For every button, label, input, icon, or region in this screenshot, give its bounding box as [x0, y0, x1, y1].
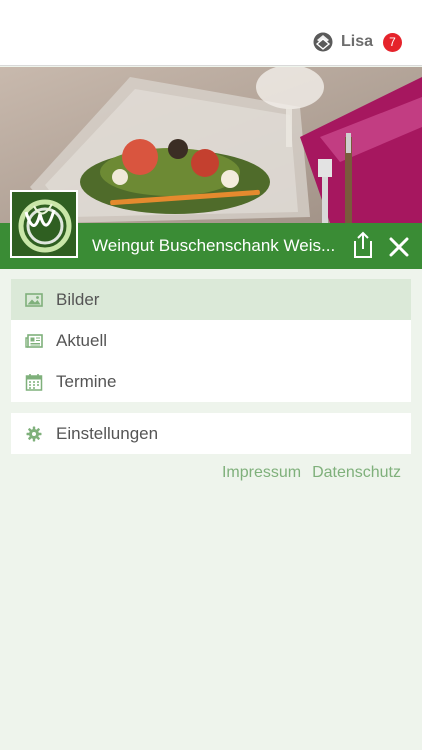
image-icon	[25, 293, 43, 307]
venue-title: Weingut Buschenschank Weis...	[92, 236, 336, 255]
user-name: Lisa	[340, 33, 373, 50]
share-icon[interactable]	[350, 231, 376, 259]
impressum-link[interactable]: Impressum	[222, 464, 301, 482]
app-logo-icon	[313, 32, 333, 52]
newspaper-icon	[25, 334, 43, 348]
datenschutz-link[interactable]: Datenschutz	[312, 464, 401, 482]
notification-badge[interactable]: 7	[383, 32, 402, 52]
close-icon[interactable]	[386, 234, 412, 260]
gear-icon	[26, 426, 42, 442]
footer-links: Impressum Datenschutz	[222, 464, 401, 482]
menu-label: Termine	[56, 372, 117, 391]
top-bar: Lisa 7	[0, 0, 422, 66]
menu-item-aktuell[interactable]: Aktuell	[11, 320, 411, 361]
venue-logo	[10, 190, 78, 258]
settings-menu: Einstellungen	[11, 413, 411, 454]
main-menu: Bilder Aktuell Termine	[11, 279, 411, 402]
user-chip[interactable]: Lisa 7	[313, 32, 402, 52]
menu-label: Einstellungen	[56, 424, 159, 443]
menu-label: Aktuell	[56, 331, 108, 350]
menu-item-termine[interactable]: Termine	[11, 361, 411, 402]
calendar-icon	[25, 374, 43, 391]
menu-item-einstellungen[interactable]: Einstellungen	[11, 413, 411, 454]
menu-item-bilder[interactable]: Bilder	[11, 279, 411, 320]
menu-label: Bilder	[56, 290, 100, 309]
venue-logo-image	[12, 192, 76, 256]
